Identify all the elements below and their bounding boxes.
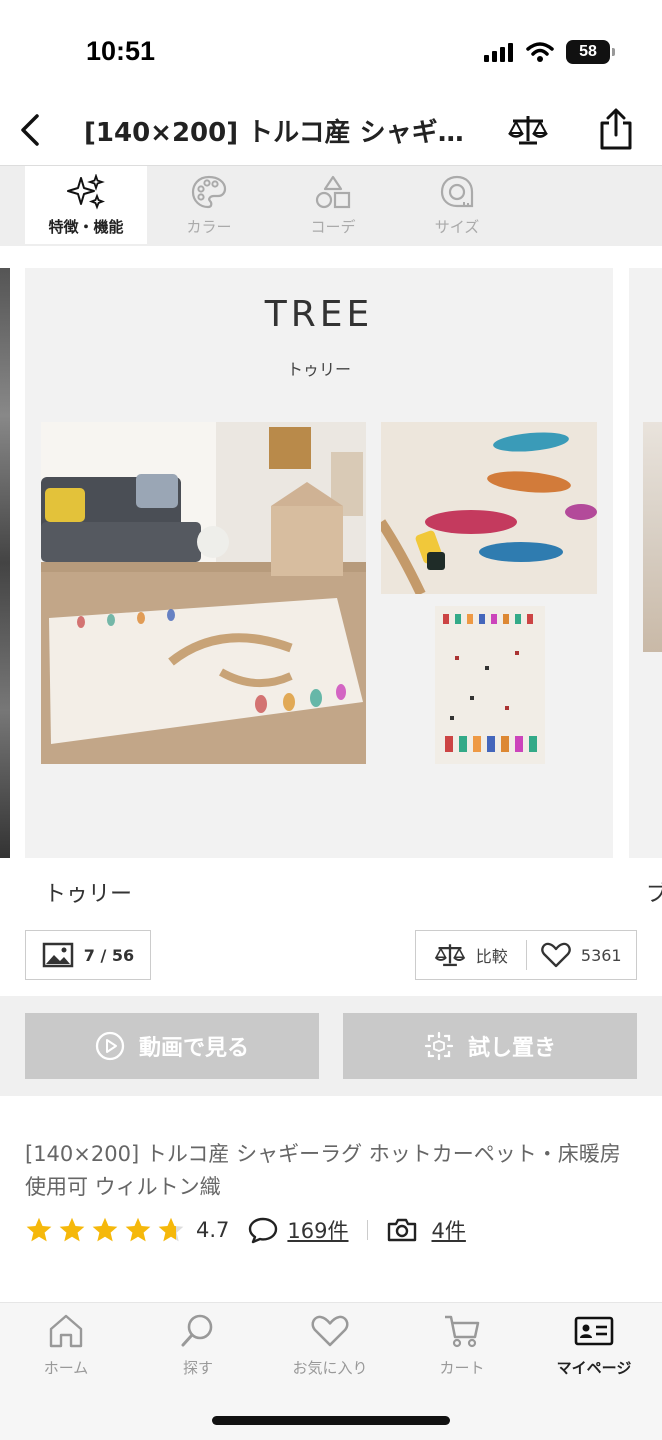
wifi-icon [526, 42, 554, 62]
compare-button[interactable] [506, 108, 550, 152]
ar-placement-icon [424, 1031, 454, 1061]
tab-color-label: カラー [186, 217, 232, 236]
tab-coordinate-label: コーデ [310, 217, 356, 236]
star-rating [25, 1216, 190, 1244]
page-title: [140×200] トルコ産 シャギー… [84, 118, 480, 148]
gallery-slide[interactable]: TREE トゥリー [25, 268, 613, 858]
share-icon [600, 108, 632, 150]
tab-features-label: 特徴・機能 [48, 217, 124, 236]
compare-label: 比較 [475, 947, 508, 966]
bottom-nav-cart-label: カート [439, 1359, 485, 1377]
compare-favorite-group: 比較 5361 [415, 930, 637, 980]
feature-tabs: 特徴・機能 カラー コーデ サイズ [0, 166, 662, 246]
reviews-link[interactable]: 169件 [287, 1215, 348, 1245]
rug-closeup-photo [381, 422, 597, 594]
battery-indicator: 58 [566, 40, 615, 64]
heart-icon [541, 942, 571, 968]
bottom-nav-mypage-label: マイページ [556, 1359, 632, 1377]
bottom-nav-favorites[interactable]: お気に入り [264, 1313, 396, 1378]
bottom-nav-home[interactable]: ホーム [0, 1313, 132, 1378]
room-scene-photo [41, 422, 366, 764]
bottom-nav-mypage[interactable]: マイページ [528, 1313, 660, 1378]
speech-bubble-icon [249, 1217, 278, 1244]
bottom-nav-search-label: 探す [182, 1359, 213, 1377]
star-icon [92, 1217, 118, 1242]
search-icon [181, 1314, 213, 1347]
navigation-bar: [140×200] トルコ産 シャギー… [0, 96, 662, 166]
favorite-toggle[interactable]: 5361 [527, 931, 637, 979]
bottom-nav-search[interactable]: 探す [132, 1313, 264, 1378]
star-icon [59, 1217, 85, 1242]
status-icons: 58 [484, 40, 615, 64]
photo-reviews-link[interactable]: 4件 [432, 1215, 466, 1245]
image-counter-button[interactable]: 7 / 56 [25, 930, 151, 980]
rating-row: 4.7 169件 4件 [25, 1210, 466, 1250]
image-icon [42, 942, 74, 968]
back-button[interactable] [10, 108, 50, 152]
bottom-nav-home-label: ホーム [43, 1359, 89, 1377]
star-icon [26, 1217, 52, 1242]
bottom-nav-cart[interactable]: カート [396, 1313, 528, 1378]
palette-icon [191, 175, 227, 208]
action-buttons-section: 動画で見る 試し置き [0, 996, 662, 1096]
shapes-icon [315, 175, 351, 208]
next-slide-caption: ブ [646, 882, 662, 907]
try-placement-label: 試し置き [467, 1036, 556, 1061]
divider [366, 1220, 368, 1240]
signal-icon [484, 43, 513, 62]
image-counter-text: 7 / 56 [83, 945, 135, 965]
sparkle-icon [67, 173, 105, 210]
rug-overhead-photo [435, 606, 545, 764]
share-button[interactable] [594, 104, 638, 154]
tape-measure-icon [440, 175, 474, 207]
chevron-left-icon [21, 114, 39, 146]
star-icon [158, 1217, 184, 1242]
bottom-nav-favorites-label: お気に入り [292, 1359, 368, 1377]
camera-icon [387, 1218, 416, 1242]
previous-slide-edge[interactable] [0, 268, 10, 858]
id-card-icon [574, 1316, 614, 1346]
cart-icon [445, 1315, 480, 1348]
scale-icon [508, 116, 548, 145]
rating-value: 4.7 [196, 1218, 230, 1242]
watch-video-button[interactable]: 動画で見る [25, 1013, 319, 1079]
tab-color[interactable]: カラー [148, 166, 270, 244]
product-title: [140×200] トルコ産 シャギーラグ ホットカーペット・床暖房使用可 ウィ… [25, 1142, 621, 1199]
status-time: 10:51 [86, 36, 156, 66]
scale-icon [434, 944, 465, 967]
watch-video-label: 動画で見る [138, 1036, 249, 1061]
slide-title: TREE [264, 294, 374, 335]
compare-toggle[interactable]: 比較 [416, 931, 526, 979]
tab-features[interactable]: 特徴・機能 [25, 166, 147, 244]
home-icon [49, 1314, 83, 1348]
tab-size-label: サイズ [434, 217, 480, 236]
try-placement-button[interactable]: 試し置き [343, 1013, 637, 1079]
favorites-count: 5361 [580, 945, 622, 965]
tab-coordinate[interactable]: コーデ [272, 166, 394, 244]
star-icon [125, 1217, 151, 1242]
tab-size[interactable]: サイズ [396, 166, 518, 244]
play-circle-icon [95, 1031, 125, 1061]
home-indicator[interactable] [212, 1416, 450, 1425]
slide-caption: トゥリー [44, 882, 133, 907]
next-slide-image [643, 422, 662, 652]
heart-icon [311, 1315, 349, 1347]
slide-subtitle: トゥリー [286, 360, 351, 379]
next-slide-edge[interactable] [629, 268, 662, 858]
